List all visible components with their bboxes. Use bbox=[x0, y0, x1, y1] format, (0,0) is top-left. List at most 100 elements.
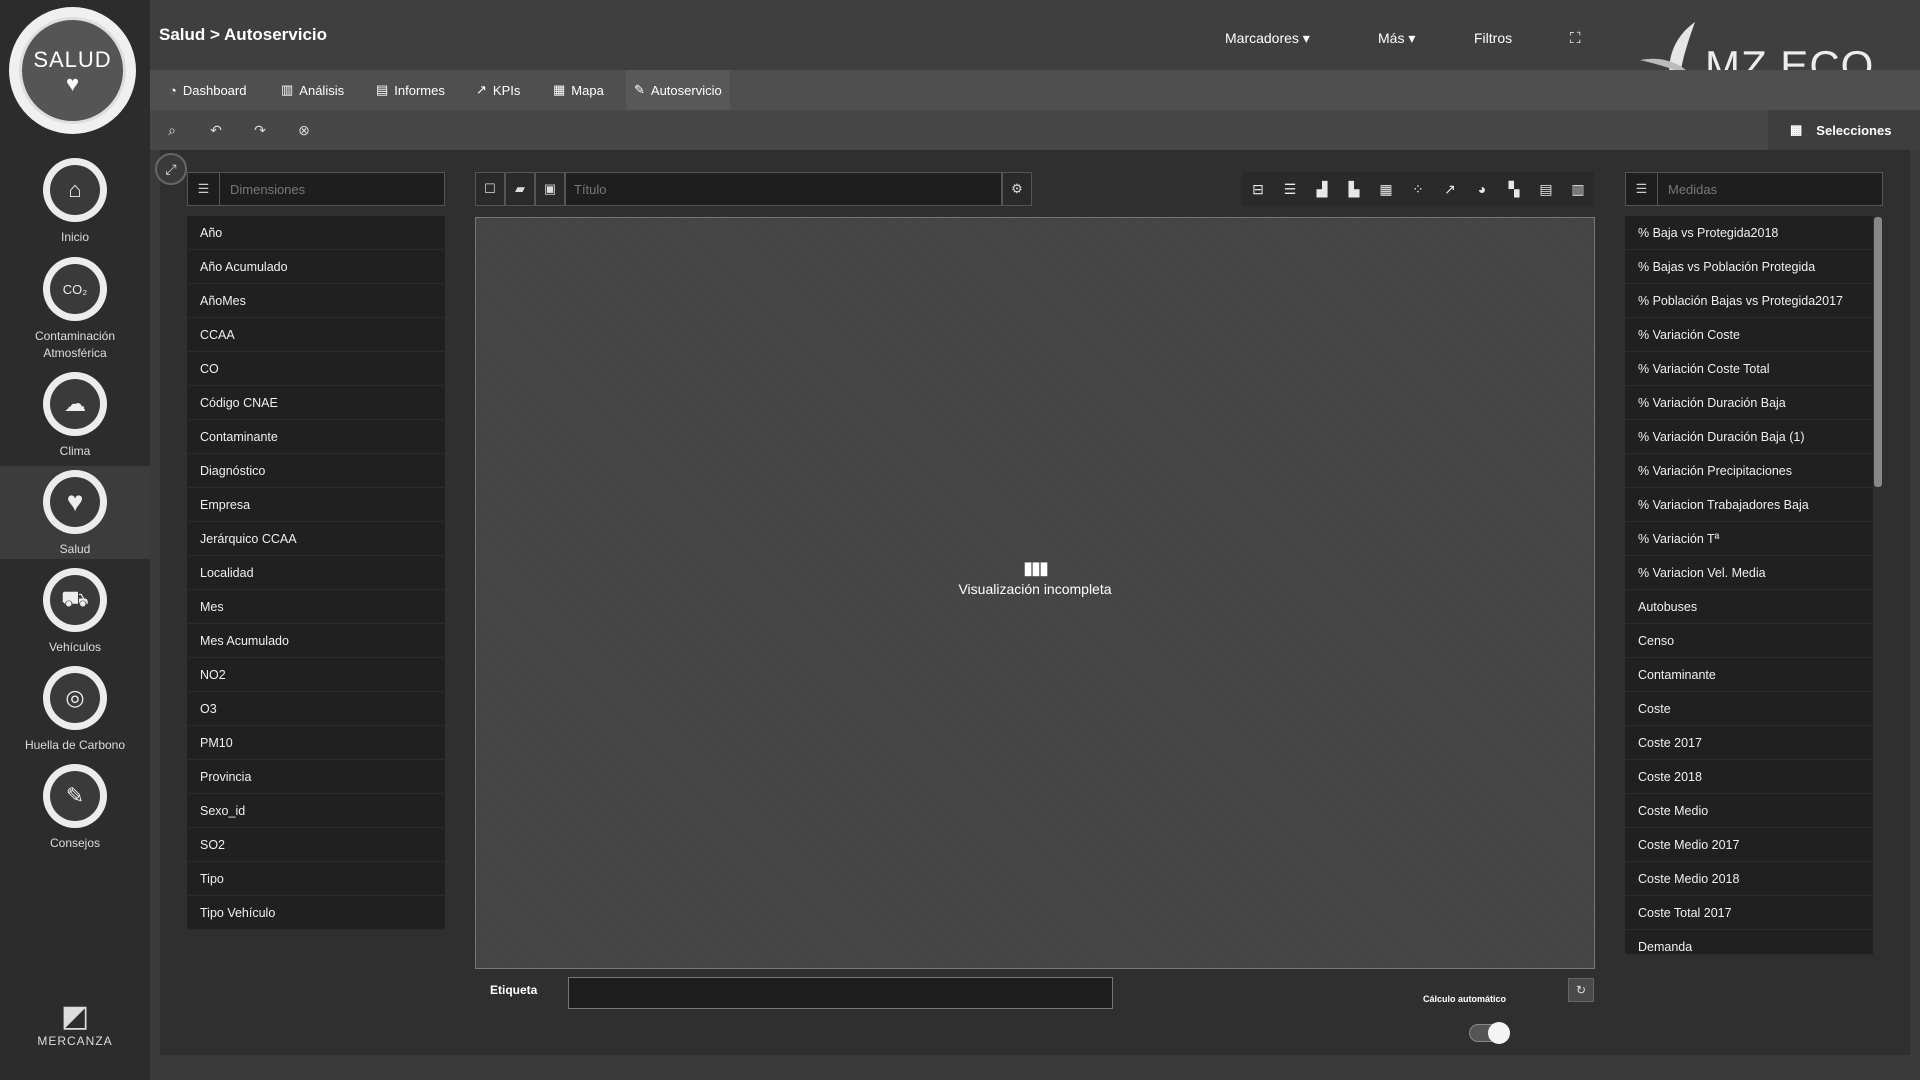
bar-chart-icon[interactable]: ▙ bbox=[1338, 172, 1370, 206]
redo-selection-icon[interactable]: ↷ bbox=[248, 118, 272, 142]
app-logo[interactable]: SALUD ♥ bbox=[9, 7, 136, 134]
measures-scrollbar[interactable] bbox=[1874, 217, 1882, 487]
measure-item[interactable]: % Variación Precipitaciones bbox=[1625, 454, 1873, 488]
mas-menu[interactable]: Más ▾ bbox=[1378, 30, 1415, 47]
measure-item[interactable]: % Población Bajas vs Protegida2017 bbox=[1625, 284, 1873, 318]
sidebar-item-contaminacion[interactable]: CO₂ Contaminación Atmosférica bbox=[0, 257, 150, 362]
dimension-item[interactable]: Localidad bbox=[187, 556, 445, 590]
measure-item[interactable]: Censo bbox=[1625, 624, 1873, 658]
measure-item[interactable]: % Variación Tª bbox=[1625, 522, 1873, 556]
dimension-item[interactable]: SO2 bbox=[187, 828, 445, 862]
combo-chart-icon[interactable]: ▟ bbox=[1306, 172, 1338, 206]
title-input[interactable] bbox=[565, 172, 1002, 206]
table-icon[interactable]: ▤ bbox=[1530, 172, 1562, 206]
measure-item[interactable]: Coste Medio 2018 bbox=[1625, 862, 1873, 896]
waterfall-chart-icon[interactable]: ▚ bbox=[1498, 172, 1530, 206]
measure-item[interactable]: Contaminante bbox=[1625, 658, 1873, 692]
dimension-item[interactable]: O3 bbox=[187, 692, 445, 726]
measure-item[interactable]: Demanda bbox=[1625, 930, 1873, 954]
measure-item[interactable]: % Variacion Trabajadores Baja bbox=[1625, 488, 1873, 522]
refresh-icon[interactable]: ↻ bbox=[1568, 978, 1594, 1002]
dimension-item[interactable]: Contaminante bbox=[187, 420, 445, 454]
measure-item[interactable]: Coste 2017 bbox=[1625, 726, 1873, 760]
edit-icon: ✎ bbox=[634, 82, 645, 97]
horizontal-bar-icon[interactable]: ☰ bbox=[1274, 172, 1306, 206]
selecciones-button[interactable]: ▦ Selecciones bbox=[1768, 110, 1920, 150]
scatter-chart-icon[interactable]: ⁘ bbox=[1402, 172, 1434, 206]
dimension-item[interactable]: NO2 bbox=[187, 658, 445, 692]
dimension-item[interactable]: CCAA bbox=[187, 318, 445, 352]
sidebar-item-consejos[interactable]: ✎ Consejos bbox=[0, 764, 150, 852]
tab-analisis[interactable]: ▥ Análisis bbox=[273, 70, 352, 110]
measure-item[interactable]: Coste Medio bbox=[1625, 794, 1873, 828]
clear-selection-icon[interactable]: ⊗ bbox=[292, 118, 316, 142]
dimension-item[interactable]: Tipo bbox=[187, 862, 445, 896]
measure-item[interactable]: % Variación Duración Baja (1) bbox=[1625, 420, 1873, 454]
measure-item[interactable]: % Bajas vs Población Protegida bbox=[1625, 250, 1873, 284]
chart-editor-toolbar: ☐ ▰ ▣ ⚙ bbox=[475, 172, 1032, 206]
fullscreen-icon[interactable]: ⛶ bbox=[1570, 30, 1581, 47]
settings-sliders-icon[interactable]: ⚙ bbox=[1002, 172, 1032, 206]
list-icon[interactable]: ☰ bbox=[188, 173, 220, 205]
dimensions-input[interactable] bbox=[220, 173, 444, 205]
gauge-chart-icon[interactable]: ⊟ bbox=[1242, 172, 1274, 206]
dimension-item[interactable]: Jerárquico CCAA bbox=[187, 522, 445, 556]
dimensions-search: ☰ bbox=[187, 172, 445, 206]
measure-item[interactable]: % Variación Coste bbox=[1625, 318, 1873, 352]
measure-item[interactable]: % Baja vs Protegida2018 bbox=[1625, 216, 1873, 250]
measure-item[interactable]: % Variación Duración Baja bbox=[1625, 386, 1873, 420]
dimension-item[interactable]: PM10 bbox=[187, 726, 445, 760]
sidebar-item-huella[interactable]: ◎ Huella de Carbono bbox=[0, 666, 150, 754]
marcadores-menu[interactable]: Marcadores ▾ bbox=[1225, 30, 1310, 47]
measure-item[interactable]: % Variación Coste Total bbox=[1625, 352, 1873, 386]
measure-item[interactable]: Coste Medio 2017 bbox=[1625, 828, 1873, 862]
sidebar-item-vehiculos[interactable]: ⛟ Vehículos bbox=[0, 568, 150, 656]
undo-selection-icon[interactable]: ↶ bbox=[204, 118, 228, 142]
auto-calc-toggle[interactable] bbox=[1469, 1022, 1510, 1044]
dimensions-list: Año Año Acumulado AñoMes CCAA CO Código CNAE C… bbox=[187, 216, 445, 930]
expand-icon[interactable]: ⤢ bbox=[155, 153, 187, 185]
sidebar-item-salud[interactable]: ♥ Salud bbox=[0, 466, 150, 559]
save-icon[interactable]: ▣ bbox=[535, 172, 565, 206]
dimension-item[interactable]: Diagnóstico bbox=[187, 454, 445, 488]
dimension-item[interactable]: Empresa bbox=[187, 488, 445, 522]
line-chart-icon[interactable]: ↗ bbox=[1434, 172, 1466, 206]
dimension-item[interactable]: AñoMes bbox=[187, 284, 445, 318]
grid-icon: ▦ bbox=[1790, 122, 1803, 137]
dimension-item[interactable]: Provincia bbox=[187, 760, 445, 794]
dimension-item[interactable]: Año Acumulado bbox=[187, 250, 445, 284]
pie-chart-icon[interactable]: ◕ bbox=[1466, 172, 1498, 206]
tab-mapa[interactable]: ▦ Mapa bbox=[545, 70, 612, 110]
dimension-item[interactable]: Sexo_id bbox=[187, 794, 445, 828]
measures-input[interactable] bbox=[1658, 173, 1882, 205]
selection-toolbar: ⌕ ↶ ↷ ⊗ ▦ Selecciones bbox=[150, 110, 1920, 150]
kpi-line-icon: ↗ bbox=[476, 82, 487, 97]
measure-item[interactable]: Autobuses bbox=[1625, 590, 1873, 624]
etiqueta-input[interactable] bbox=[568, 977, 1113, 1009]
tab-dashboard[interactable]: ◔ Dashboard bbox=[161, 70, 254, 110]
dimension-item[interactable]: Tipo Vehículo bbox=[187, 896, 445, 930]
tab-kpis[interactable]: ↗ KPIs bbox=[468, 70, 528, 110]
measure-item[interactable]: Coste 2018 bbox=[1625, 760, 1873, 794]
measure-item[interactable]: Coste bbox=[1625, 692, 1873, 726]
list-icon[interactable]: ☰ bbox=[1626, 173, 1658, 205]
open-folder-icon[interactable]: ▰ bbox=[505, 172, 535, 206]
new-chart-icon[interactable]: ☐ bbox=[475, 172, 505, 206]
sidebar-item-inicio[interactable]: ⌂ Inicio bbox=[0, 158, 150, 246]
tab-informes[interactable]: ▤ Informes bbox=[368, 70, 453, 110]
dimension-item[interactable]: Mes Acumulado bbox=[187, 624, 445, 658]
measure-item[interactable]: % Variacion Vel. Media bbox=[1625, 556, 1873, 590]
dimension-item[interactable]: Mes bbox=[187, 590, 445, 624]
tab-autoservicio[interactable]: ✎ Autoservicio bbox=[626, 70, 730, 110]
zoom-select-icon[interactable]: ⌕ bbox=[160, 118, 184, 142]
visualization-canvas[interactable]: ▮▮▮ Visualización incompleta bbox=[475, 217, 1595, 969]
sidebar-item-clima[interactable]: ☁ Clima bbox=[0, 372, 150, 460]
filtros-button[interactable]: Filtros bbox=[1474, 30, 1512, 46]
pivot-table-icon[interactable]: ▥ bbox=[1562, 172, 1594, 206]
treemap-icon[interactable]: ▦ bbox=[1370, 172, 1402, 206]
dimension-item[interactable]: Año bbox=[187, 216, 445, 250]
sidebar-item-label: Clima bbox=[59, 444, 91, 458]
dimension-item[interactable]: Código CNAE bbox=[187, 386, 445, 420]
dimension-item[interactable]: CO bbox=[187, 352, 445, 386]
measure-item[interactable]: Coste Total 2017 bbox=[1625, 896, 1873, 930]
